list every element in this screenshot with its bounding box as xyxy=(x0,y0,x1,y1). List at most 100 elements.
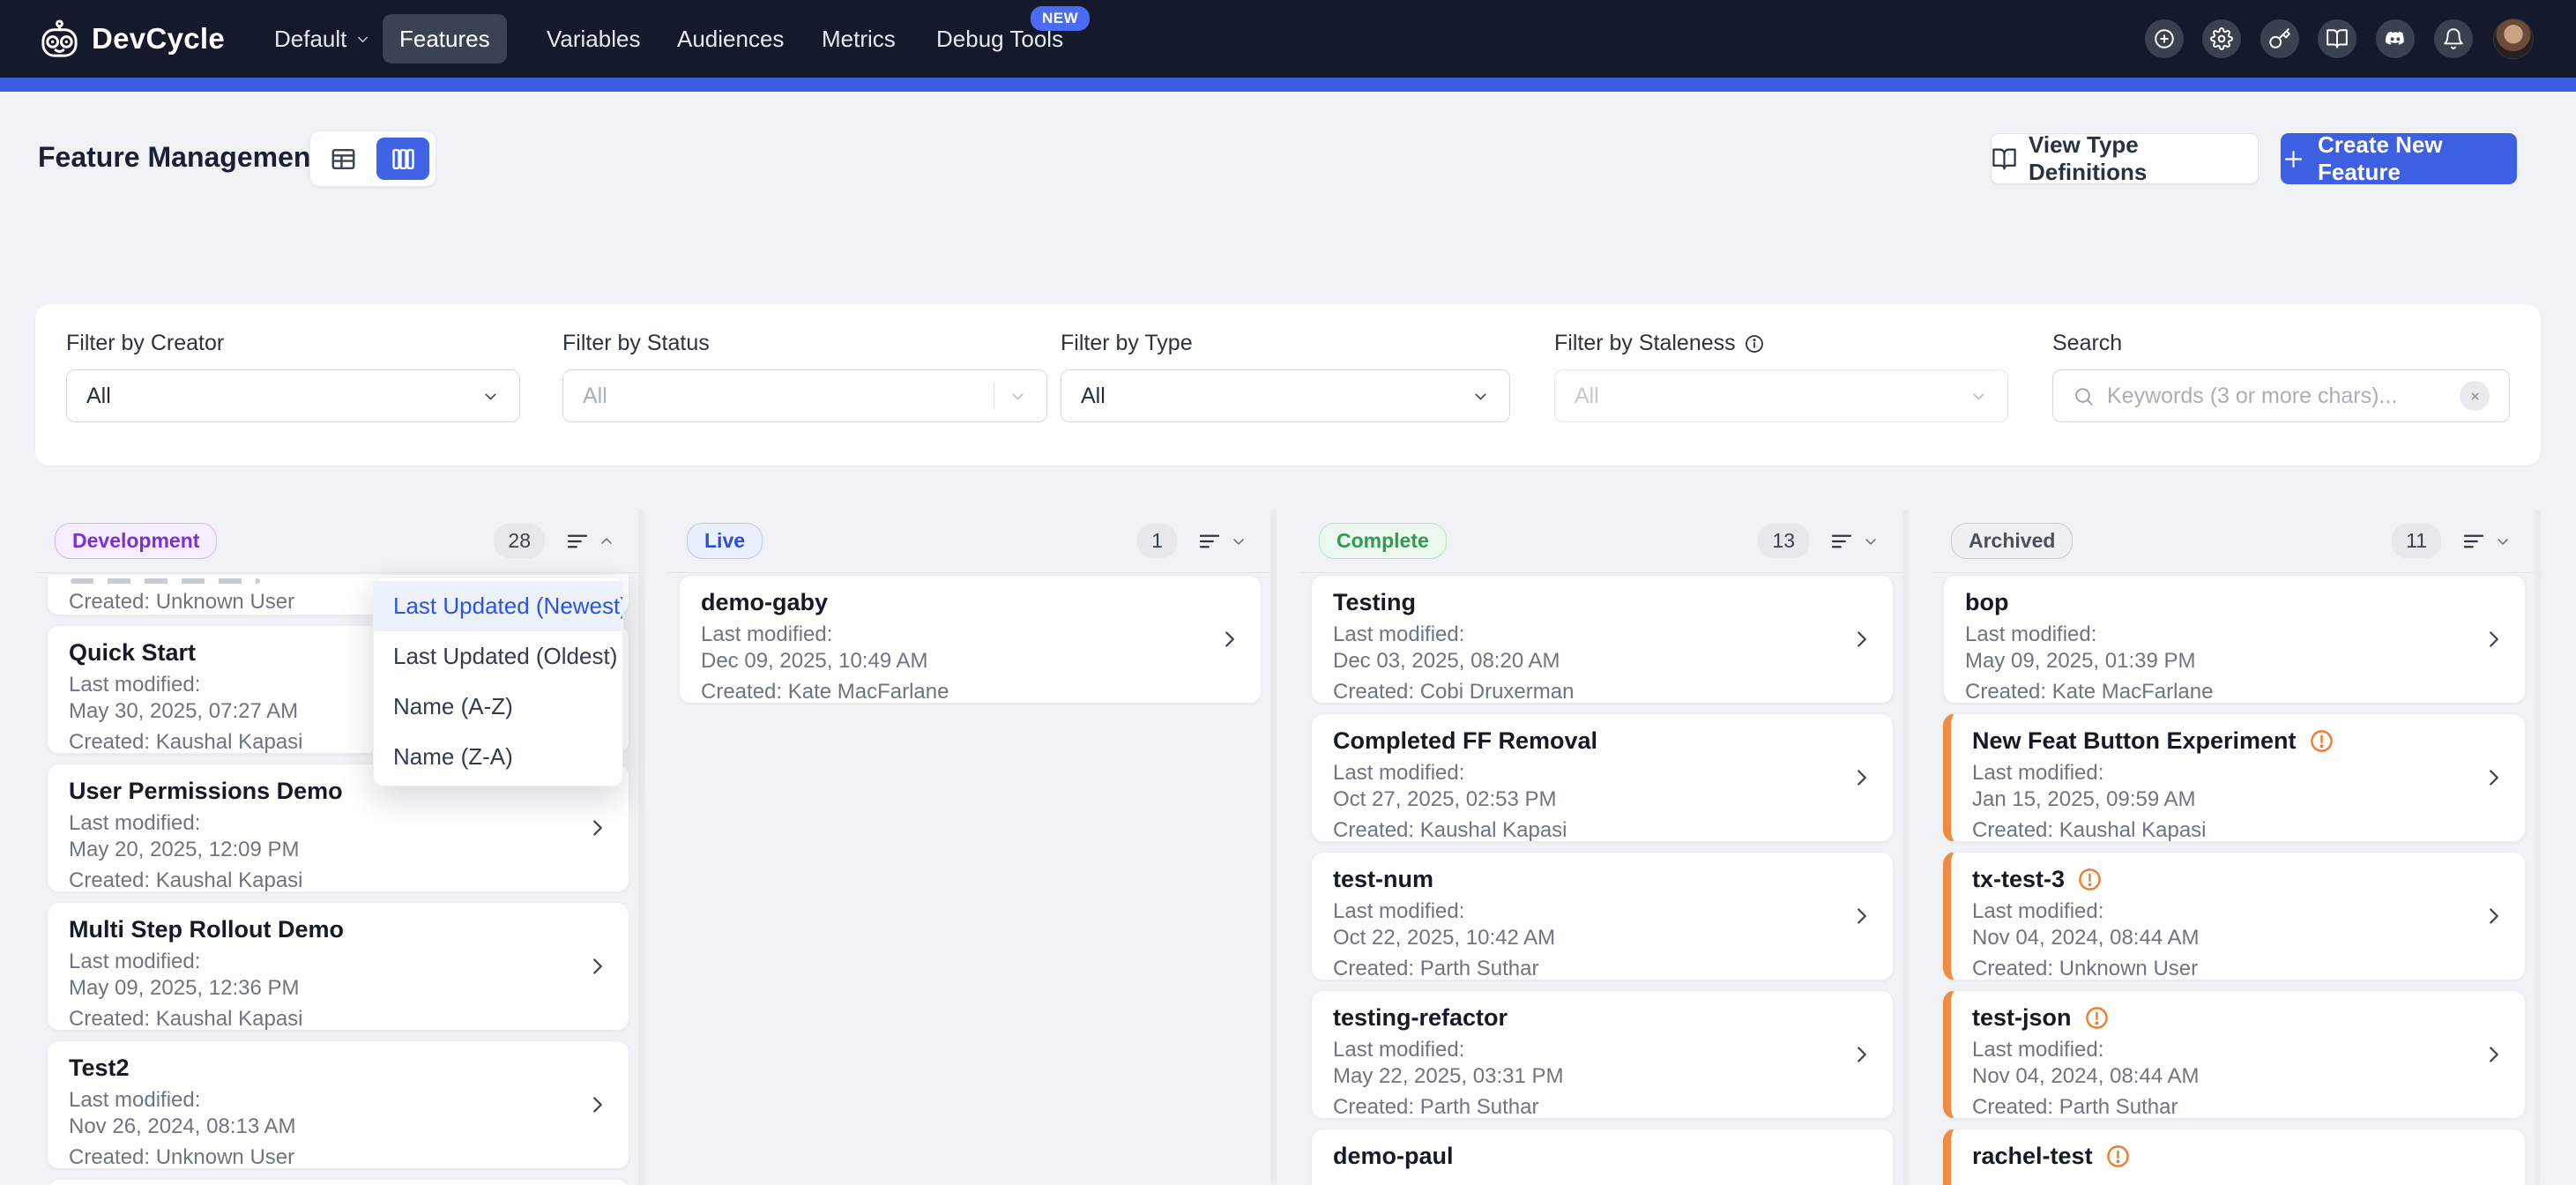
column-body: demo-gaby Last modified: Dec 09, 2025, 1… xyxy=(667,573,1277,704)
nav-item-audiences[interactable]: Audiences xyxy=(677,0,784,78)
chevron-right-icon xyxy=(2481,626,2507,652)
chevron-right-icon xyxy=(2481,1041,2507,1068)
plus-circle-icon xyxy=(2153,27,2176,50)
plus-icon xyxy=(2281,146,2306,172)
column-scrollbar[interactable] xyxy=(1902,510,1909,1185)
brand-logo[interactable]: DevCycle xyxy=(39,0,225,78)
filter-panel: Filter by Creator All Filter by Status A… xyxy=(35,304,2541,466)
feature-card[interactable]: test-num Last modified: Oct 22, 2025, 10… xyxy=(1311,852,1894,980)
search-input[interactable] xyxy=(2107,384,2460,409)
column-sort-button[interactable] xyxy=(2461,528,2512,555)
chevron-down-icon xyxy=(481,387,500,406)
chevron-down-icon xyxy=(354,31,371,48)
feature-card[interactable]: tx-test-3 Last modified: Nov 04, 2024, 0… xyxy=(1943,852,2526,980)
feature-card[interactable]: demo-gaby Last modified: Dec 09, 2025, 1… xyxy=(679,575,1262,704)
feature-card[interactable]: Testing Last modified: Dec 03, 2025, 08:… xyxy=(1311,575,1894,704)
book-open-button[interactable] xyxy=(2318,19,2356,58)
gear-button[interactable] xyxy=(2202,19,2241,58)
info-icon xyxy=(1744,333,1765,354)
stale-warning-icon xyxy=(2105,1144,2131,1169)
status-badge: Complete xyxy=(1319,523,1447,559)
view-type-definitions-button[interactable]: View Type Definitions xyxy=(1991,133,2259,184)
filter-status: Filter by Status All xyxy=(562,304,1047,466)
search-icon xyxy=(2073,385,2095,407)
bell-button[interactable] xyxy=(2434,19,2473,58)
chevron-up-icon xyxy=(598,533,615,550)
column-scrollbar[interactable] xyxy=(1270,510,1277,1185)
chevron-down-icon xyxy=(1969,387,1988,406)
table-view-button[interactable] xyxy=(316,138,369,180)
chevron-right-icon xyxy=(584,815,611,841)
status-badge: Development xyxy=(55,523,217,559)
feature-card[interactable]: New Feat Button Experiment Last modified… xyxy=(1943,713,2526,842)
sort-lines-icon xyxy=(1828,528,1855,555)
chevron-right-icon xyxy=(2481,1041,2507,1068)
chevron-right-icon xyxy=(2481,626,2507,652)
nav-item-features[interactable]: Features xyxy=(383,14,507,63)
robot-icon xyxy=(39,19,80,60)
filter-staleness: Filter by Staleness All xyxy=(1554,304,2008,466)
column-scrollbar[interactable] xyxy=(2535,510,2541,1185)
sort-option-last-updated-oldest-[interactable]: Last Updated (Oldest) xyxy=(374,631,622,682)
chevron-right-icon xyxy=(1849,626,1875,652)
chevron-down-icon xyxy=(1009,387,1027,406)
chevron-down-icon xyxy=(1009,387,1027,406)
column-sort-button[interactable] xyxy=(1196,528,1247,555)
kanban-board: Development 28 Created: Unknown User Qui… xyxy=(35,510,2542,1185)
kanban-view-button[interactable] xyxy=(376,138,429,180)
warning-icon xyxy=(2077,867,2103,892)
column-header: Live 1 xyxy=(667,510,1277,573)
chevron-right-icon xyxy=(584,1092,611,1118)
feature-card[interactable]: Test2 Last modified: Nov 26, 2024, 08:13… xyxy=(47,1040,629,1169)
sort-option-name-a-z-[interactable]: Name (A-Z) xyxy=(374,682,622,732)
creator-select[interactable]: All xyxy=(66,369,520,422)
column-header: Archived 11 xyxy=(1932,510,2542,573)
create-new-feature-button[interactable]: Create New Feature xyxy=(2281,133,2517,184)
type-select[interactable]: All xyxy=(1061,369,1510,422)
status-badge: Live xyxy=(687,523,763,559)
feature-card-clipped[interactable] xyxy=(47,1179,629,1185)
clear-search-icon[interactable] xyxy=(2460,381,2490,411)
chevron-right-icon xyxy=(1849,903,1875,929)
feature-card[interactable]: test-json Last modified: Nov 04, 2024, 0… xyxy=(1943,990,2526,1119)
book-open-icon xyxy=(1992,146,2017,172)
project-selector[interactable]: Default xyxy=(274,0,371,78)
page-title: Feature Management xyxy=(38,141,320,174)
discord-button[interactable] xyxy=(2376,19,2415,58)
plus-circle-button[interactable] xyxy=(2145,19,2184,58)
chevron-right-icon xyxy=(1849,626,1875,652)
nav-item-variables[interactable]: Variables xyxy=(547,0,640,78)
column-sort-button[interactable] xyxy=(1828,528,1880,555)
stale-warning-icon xyxy=(2084,1005,2110,1031)
nav-item-metrics[interactable]: Metrics xyxy=(822,0,896,78)
filter-type: Filter by Type All xyxy=(1061,304,1510,466)
feature-card[interactable]: testing-refactor Last modified: May 22, … xyxy=(1311,990,1894,1119)
feature-card[interactable]: Multi Step Rollout Demo Last modified: M… xyxy=(47,902,629,1031)
chevron-right-icon xyxy=(2481,1180,2507,1185)
feature-card[interactable]: demo-paul xyxy=(1311,1129,1894,1185)
column-body: bop Last modified: May 09, 2025, 01:39 P… xyxy=(1932,573,2542,1185)
sort-option-name-z-a-[interactable]: Name (Z-A) xyxy=(374,732,622,782)
discord-icon xyxy=(2384,27,2407,50)
user-avatar[interactable] xyxy=(2493,19,2534,59)
bell-icon xyxy=(2442,27,2465,50)
sort-lines-icon xyxy=(564,528,591,555)
column-scrollbar[interactable] xyxy=(638,510,644,1185)
feature-card[interactable]: rachel-test xyxy=(1943,1129,2526,1185)
chevron-right-icon xyxy=(584,815,611,841)
book-icon xyxy=(1992,146,2017,172)
feature-card[interactable]: Completed FF Removal Last modified: Oct … xyxy=(1311,713,1894,842)
column-sort-button[interactable] xyxy=(564,528,615,555)
chevron-right-icon xyxy=(584,953,611,980)
gear-icon xyxy=(2210,27,2233,50)
feature-card[interactable]: bop Last modified: May 09, 2025, 01:39 P… xyxy=(1943,575,2526,704)
top-nav: DevCycle Default Features Variables Audi… xyxy=(0,0,2576,78)
sort-option-last-updated-newest-[interactable]: Last Updated (Newest) xyxy=(374,581,622,631)
clipped-text xyxy=(71,578,260,584)
key-button[interactable] xyxy=(2260,19,2299,58)
column-count: 11 xyxy=(2392,524,2441,558)
key-icon xyxy=(2268,27,2291,50)
staleness-select[interactable]: All xyxy=(1554,369,2008,422)
column-count: 28 xyxy=(494,524,545,558)
status-select[interactable]: All xyxy=(562,369,1047,422)
